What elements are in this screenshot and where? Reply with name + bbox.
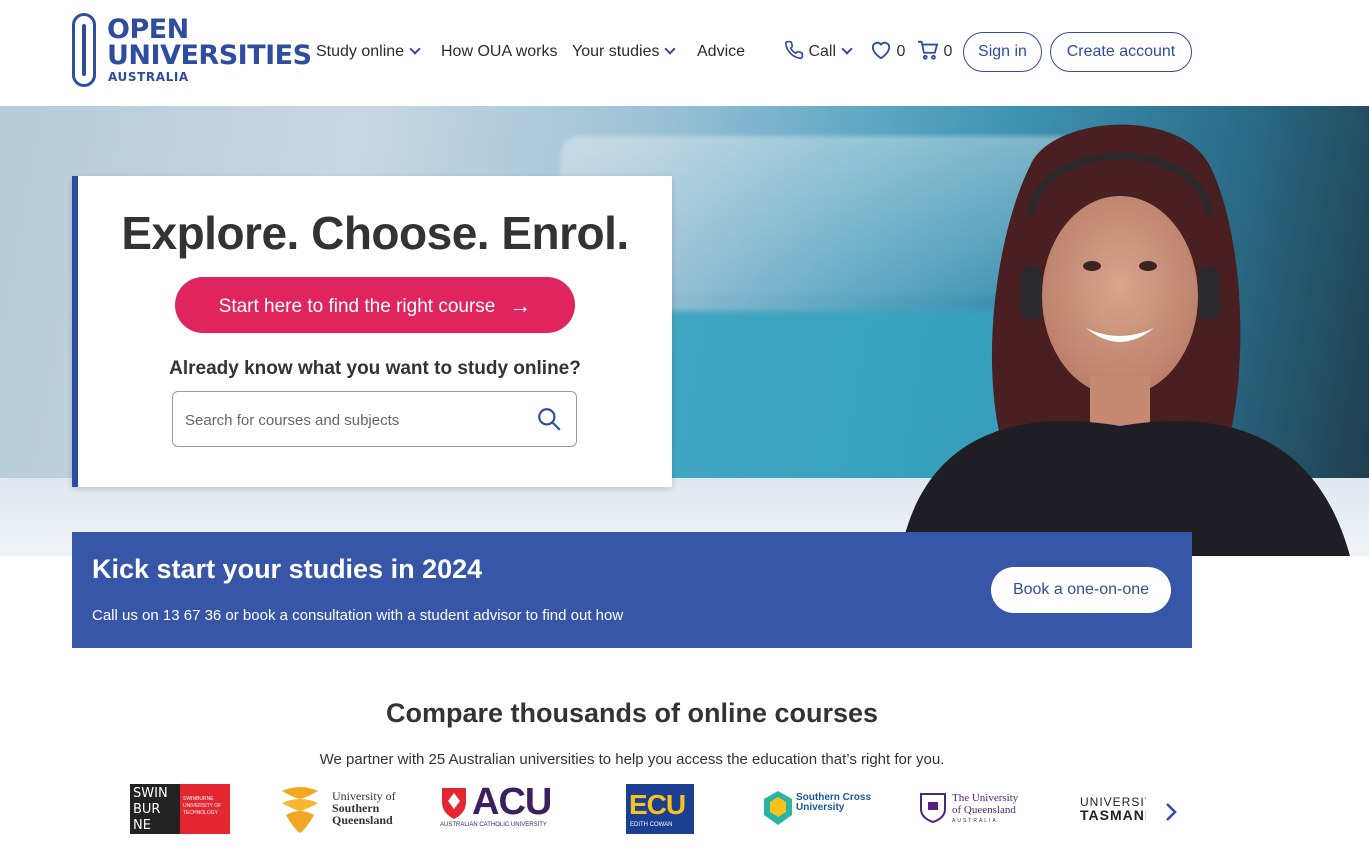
search-heading: Already know what you want to study onli… bbox=[169, 358, 581, 379]
nav-how-oua-works-label: How OUA works bbox=[441, 43, 558, 60]
uq-line1: The University bbox=[952, 792, 1019, 804]
acu-logo[interactable]: ACU AUSTRALIAN CATHOLIC UNIVERSITY bbox=[438, 780, 568, 836]
banner-title: Kick start your studies in 2024 bbox=[92, 554, 483, 584]
arrow-right-icon: → bbox=[509, 293, 532, 318]
swinburne-tag: SWINBURNE UNIVERSITY OF TECHNOLOGY bbox=[180, 784, 230, 834]
scu-logo[interactable]: Southern Cross University bbox=[764, 780, 884, 836]
usq-line3: Queensland bbox=[332, 813, 393, 827]
carousel-next-icon[interactable] bbox=[1160, 801, 1182, 823]
nav-study-online-label: Study online bbox=[316, 43, 405, 60]
nav-advice-label: Advice bbox=[697, 43, 746, 60]
cart-button[interactable]: 0 bbox=[917, 40, 952, 64]
phone-icon bbox=[784, 40, 804, 59]
course-search-box bbox=[172, 391, 577, 447]
nav-your-studies[interactable]: Your studies bbox=[572, 40, 677, 64]
find-course-button-label: Start here to find the right course bbox=[218, 296, 496, 317]
uq-line2: of Queensland bbox=[952, 804, 1016, 816]
swinburne-logo[interactable]: SWIN BUR NE SWINBURNE UNIVERSITY OF TECH… bbox=[130, 784, 230, 834]
call-menu[interactable]: Call bbox=[784, 40, 853, 64]
university-logo-carousel: SWIN BUR NE SWINBURNE UNIVERSITY OF TECH… bbox=[120, 780, 1160, 836]
create-account-button[interactable]: Create account bbox=[1050, 32, 1192, 72]
sign-in-button[interactable]: Sign in bbox=[963, 32, 1042, 72]
nav-study-online[interactable]: Study online bbox=[316, 40, 421, 64]
nav-your-studies-label: Your studies bbox=[572, 43, 660, 60]
utas-text: UNIVERSITY TASMANIA bbox=[1080, 796, 1146, 823]
utas-logo[interactable]: UNIVERSITY TASMANIA bbox=[1080, 780, 1146, 836]
oua-logo[interactable]: OPEN UNIVERSITIES AUSTRALIA bbox=[72, 13, 312, 87]
ecu-logo[interactable]: ECU EDITH COWAN bbox=[626, 784, 694, 834]
course-search-input[interactable] bbox=[185, 408, 515, 432]
cart-icon bbox=[918, 40, 939, 60]
book-one-on-one-button[interactable]: Book a one-on-one bbox=[991, 567, 1171, 613]
utas-line2: TASMANIA bbox=[1080, 807, 1146, 823]
promo-banner: Kick start your studies in 2024 Call us … bbox=[72, 532, 1192, 648]
site-header: OPEN UNIVERSITIES AUSTRALIA Study online… bbox=[0, 0, 1369, 106]
ecu-mark: ECU bbox=[629, 789, 686, 820]
ecu-tag: EDITH COWAN bbox=[630, 822, 673, 828]
usq-logo[interactable]: University of Southern Queensland bbox=[278, 780, 408, 836]
uq-text: The University of Queensland bbox=[952, 792, 1018, 816]
acu-mark: ACU bbox=[472, 781, 552, 823]
find-course-button[interactable]: Start here to find the right course → bbox=[175, 277, 575, 333]
acu-shield-icon bbox=[442, 788, 466, 819]
favourites-count: 0 bbox=[896, 43, 906, 60]
chevron-down-icon bbox=[664, 43, 677, 55]
usq-text: University of Southern Queensland bbox=[332, 790, 396, 826]
hero-title: Explore. Choose. Enrol. bbox=[121, 207, 629, 259]
uq-logo[interactable]: The University of Queensland AUSTRALIA bbox=[920, 780, 1050, 836]
favourites-button[interactable]: 0 bbox=[870, 40, 905, 64]
compare-subtitle: We partner with 25 Australian universiti… bbox=[319, 751, 945, 768]
heart-icon bbox=[871, 41, 891, 60]
hero-card: Explore. Choose. Enrol. Start here to fi… bbox=[72, 176, 672, 487]
advisor-photo bbox=[900, 124, 1350, 556]
acu-tag: AUSTRALIAN CATHOLIC UNIVERSITY bbox=[440, 822, 547, 828]
nav-advice[interactable]: Advice bbox=[697, 40, 745, 64]
cart-count: 0 bbox=[943, 43, 953, 60]
chevron-down-icon bbox=[841, 43, 853, 55]
search-icon[interactable] bbox=[536, 406, 562, 432]
logo-text-australia: AUSTRALIA bbox=[108, 70, 189, 84]
call-label: Call bbox=[808, 43, 837, 60]
nav-how-oua-works[interactable]: How OUA works bbox=[441, 40, 557, 64]
logo-text-open: OPEN bbox=[107, 14, 189, 45]
usq-emblem-icon bbox=[282, 787, 318, 833]
swinburne-mark: SWIN BUR NE bbox=[130, 784, 180, 834]
banner-subtitle: Call us on 13 67 36 or book a consultati… bbox=[92, 607, 624, 624]
uq-crest-icon bbox=[920, 793, 946, 823]
uq-tag: AUSTRALIA bbox=[952, 818, 998, 824]
scu-emblem-icon bbox=[764, 791, 792, 825]
scu-text: Southern Cross University bbox=[796, 793, 871, 813]
scu-line2: University bbox=[796, 802, 845, 813]
logo-mark-icon bbox=[72, 13, 96, 87]
compare-title: Compare thousands of online courses bbox=[385, 698, 879, 728]
logo-text-universities: UNIVERSITIES bbox=[107, 40, 312, 71]
chevron-down-icon bbox=[409, 43, 421, 55]
